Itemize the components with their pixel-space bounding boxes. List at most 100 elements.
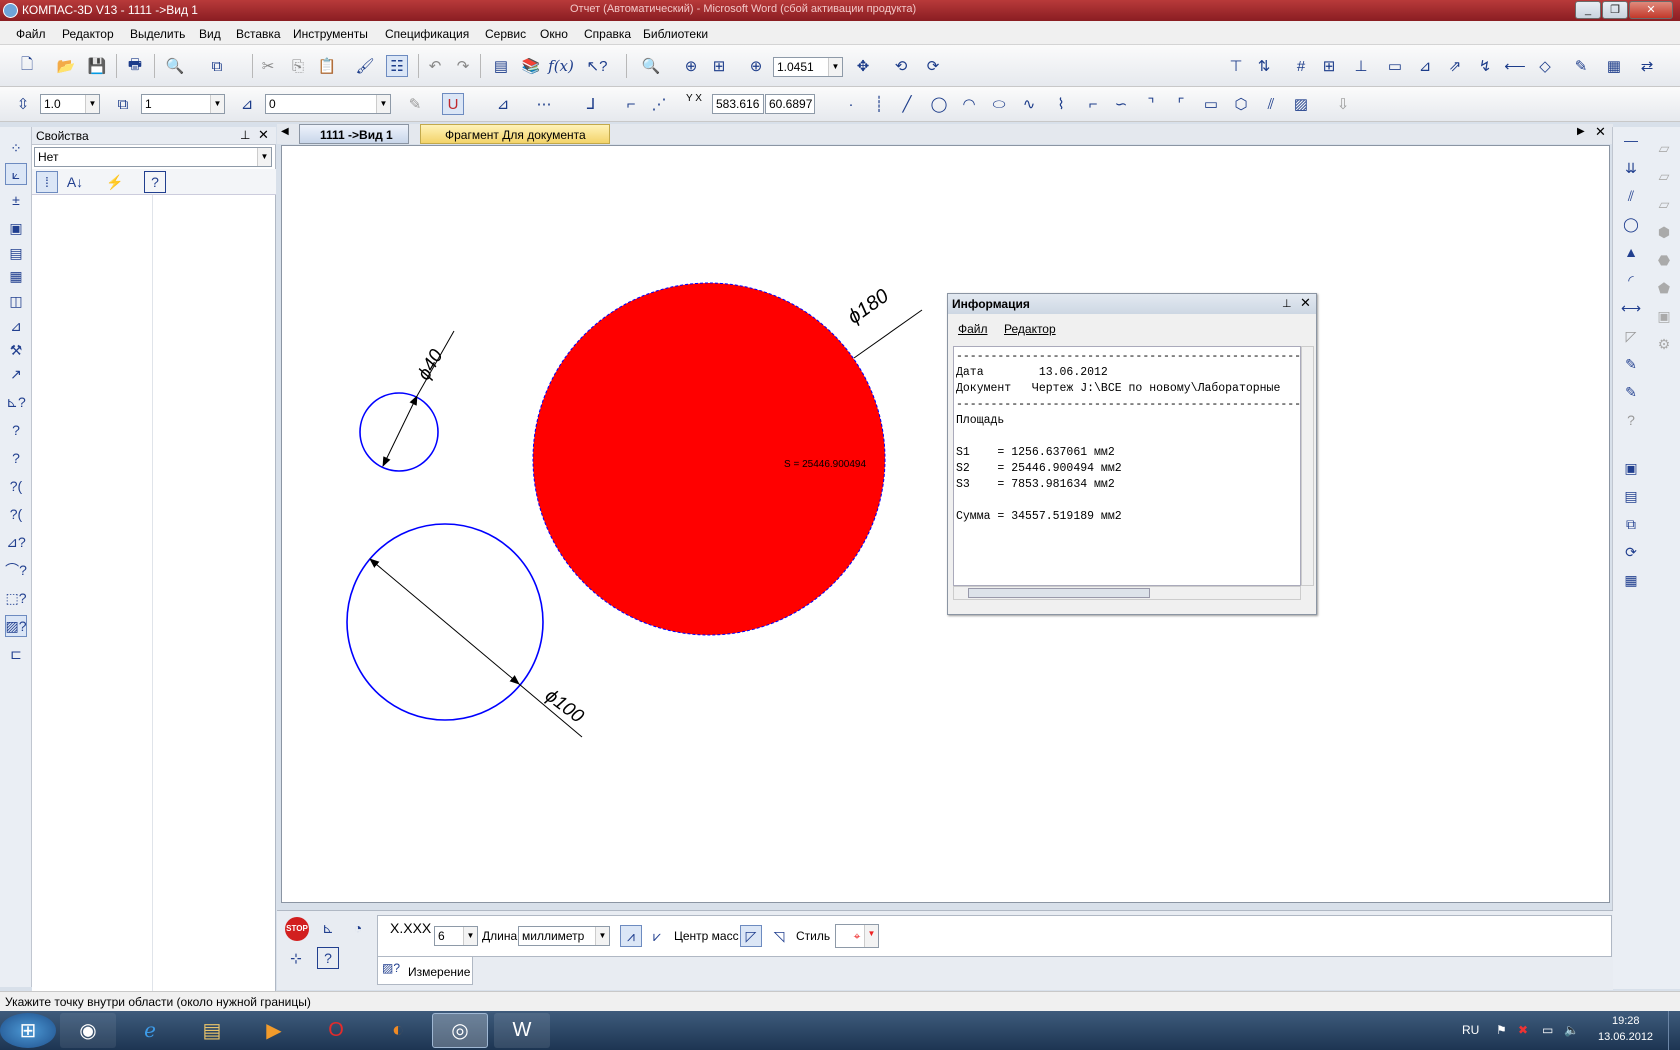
menu-libraries[interactable]: Библиотеки [643, 27, 708, 41]
chevron-down-icon[interactable]: ▼ [376, 95, 390, 113]
minimize-button[interactable]: _ [1575, 1, 1601, 19]
undo-icon[interactable]: ↶ [424, 55, 446, 77]
style-combo[interactable]: 0 ▼ [265, 94, 391, 114]
area-plus-icon[interactable]: ◔ [347, 917, 369, 939]
network-icon[interactable]: ▭ [1542, 1023, 1553, 1037]
menu-select[interactable]: Выделить [130, 27, 185, 41]
rotate-view-icon[interactable]: ⟳ [1620, 541, 1642, 563]
measure-line-icon[interactable]: ⊿? [5, 531, 27, 553]
base-point-icon[interactable]: ▲ [1620, 241, 1642, 263]
polyline-icon[interactable]: ⌇ [1050, 93, 1072, 115]
hatch-icon[interactable]: ▨ [1290, 93, 1312, 115]
format-painter-icon[interactable]: 🖌 [354, 55, 376, 77]
polygon-icon[interactable]: ⬡ [1230, 93, 1252, 115]
taskbar-chrome-icon[interactable]: ◉ [60, 1013, 116, 1048]
taskbar-opera-icon[interactable]: O [308, 1013, 364, 1048]
section-icon[interactable]: ↯ [1474, 55, 1496, 77]
grid-icon[interactable]: # [1290, 55, 1312, 77]
menu-specification[interactable]: Спецификация [385, 27, 469, 41]
dimensions-icon[interactable]: ± [5, 189, 27, 211]
chevron-down-icon[interactable]: ▼ [257, 148, 271, 166]
menu-file[interactable]: Файл [16, 27, 46, 41]
designations-icon[interactable]: ▣ [5, 217, 27, 239]
tab-view1[interactable]: 1111 ->Вид 1 [299, 124, 409, 144]
point-icon[interactable]: · [840, 93, 862, 115]
camera-icon[interactable]: ▣ [1620, 457, 1642, 479]
tab-scroll-right-icon[interactable]: ▶ [1577, 126, 1585, 137]
coord-y-field[interactable]: 60.6897 [765, 94, 815, 114]
tab-fragment[interactable]: Фрагмент Для документа [420, 124, 610, 144]
tolerance-icon[interactable]: ⊿ [1414, 55, 1436, 77]
diamond-icon[interactable]: ◇ [1534, 55, 1556, 77]
props-help-icon[interactable]: ? [144, 171, 166, 193]
gear-icon[interactable]: ⚙ [1653, 333, 1675, 355]
layers-icon[interactable]: ▤ [1620, 485, 1642, 507]
center-mass-off-icon[interactable]: ◸ [740, 925, 762, 947]
lang-indicator[interactable]: RU [1462, 1023, 1479, 1037]
vertical-scrollbar[interactable] [1301, 346, 1314, 586]
mass-centering-icon[interactable]: ⊏ [5, 643, 27, 665]
zoom-frame-icon[interactable]: ⊕ [680, 55, 702, 77]
circle-line-icon[interactable]: ◯ [1620, 213, 1642, 235]
menu-help[interactable]: Справка [584, 27, 631, 41]
parallel-icon[interactable]: ⫽ [1620, 185, 1642, 207]
mode-outer-icon[interactable]: ⩘ [620, 925, 642, 947]
taskbar-explorer-icon[interactable]: ▤ [184, 1013, 240, 1048]
chevron-down-icon[interactable]: ▼ [463, 927, 477, 945]
collection-icon[interactable]: ⇩ [1332, 93, 1354, 115]
chevron-down-icon[interactable]: ▼ [595, 927, 609, 945]
maximize-button[interactable]: ❐ [1602, 1, 1628, 19]
rebuild-icon[interactable]: ⟳ [922, 55, 944, 77]
snap-magnet-icon[interactable]: U [442, 93, 464, 115]
rough-icon[interactable]: ▭ [1384, 55, 1406, 77]
spec-icon[interactable]: ⇄ [1636, 55, 1658, 77]
layer-icon[interactable]: ⧉ [112, 93, 134, 115]
refresh-view-icon[interactable]: ⟲ [890, 55, 912, 77]
info-text-area[interactable]: ----------------------------------------… [953, 346, 1301, 586]
fillet-icon[interactable]: ⌜ [1170, 93, 1192, 115]
grid-snap-icon[interactable]: ⋯ [533, 93, 555, 115]
manager-icon[interactable]: ▤ [490, 55, 512, 77]
paste-icon[interactable]: 📋 [316, 55, 338, 77]
close-button[interactable]: ✕ [1629, 1, 1673, 19]
aux-line-icon[interactable]: ┊ [868, 93, 890, 115]
insertion-icon[interactable]: ↗ [5, 363, 27, 385]
menu-tools[interactable]: Инструменты [293, 27, 368, 41]
zoom-fit-icon[interactable]: ⊞ [708, 55, 730, 77]
library-manager-icon[interactable]: 📚 [520, 55, 542, 77]
chevron-down-icon[interactable]: ▼ [210, 95, 224, 113]
open-folder-icon[interactable]: 📂 [55, 55, 77, 77]
plane3-icon[interactable]: ▱ [1653, 193, 1675, 215]
rectangle-icon[interactable]: ▭ [1200, 93, 1222, 115]
chevron-down-icon[interactable]: ▼ [85, 95, 99, 113]
length-unit-combo[interactable]: миллиметр ▼ [518, 926, 610, 946]
zoom-window-icon[interactable]: 🔍 [640, 55, 662, 77]
spec-left-icon[interactable]: ⊿ [5, 315, 27, 337]
measure-angle-icon[interactable]: ? [5, 447, 27, 469]
start-button[interactable]: ⊞ [0, 1013, 56, 1048]
new-document-icon[interactable]: 🗋 [16, 55, 38, 77]
ortho-mode-icon[interactable]: ⌐ [620, 93, 642, 115]
close-document-icon[interactable]: ✕ [1595, 124, 1606, 140]
spline-icon[interactable]: ∿ [1018, 93, 1040, 115]
scroll-thumb[interactable] [968, 588, 1150, 598]
copy-view-icon[interactable]: ⧉ [1620, 513, 1642, 535]
parametric-icon[interactable]: ⋰ [648, 93, 670, 115]
edit-icon[interactable]: ✎ [1570, 55, 1592, 77]
chamfer-icon[interactable]: ⌝ [1140, 93, 1162, 115]
taskbar-kompas-icon[interactable]: ◎ [432, 1013, 488, 1048]
measure-length-icon[interactable]: ?( [5, 503, 27, 525]
info-menu-editor[interactable]: Редактор [1004, 322, 1056, 336]
clock-time[interactable]: 19:28 [1612, 1015, 1640, 1027]
geometry-active-icon[interactable]: ⟀ [5, 163, 27, 185]
shell-icon[interactable]: ▣ [1653, 305, 1675, 327]
save-icon[interactable]: 💾 [86, 55, 108, 77]
layer-combo[interactable]: 1 ▼ [141, 94, 225, 114]
down-arrows-icon[interactable]: ⇊ [1620, 157, 1642, 179]
auto-create-icon[interactable]: ⊹ [285, 947, 307, 969]
measure-point-icon[interactable]: ? [5, 419, 27, 441]
menu-view[interactable]: Вид [199, 27, 221, 41]
chevron-down-icon[interactable]: ▼ [864, 925, 878, 947]
plane2-icon[interactable]: ▱ [1653, 165, 1675, 187]
pin-icon[interactable]: ⊥ [1282, 297, 1292, 310]
